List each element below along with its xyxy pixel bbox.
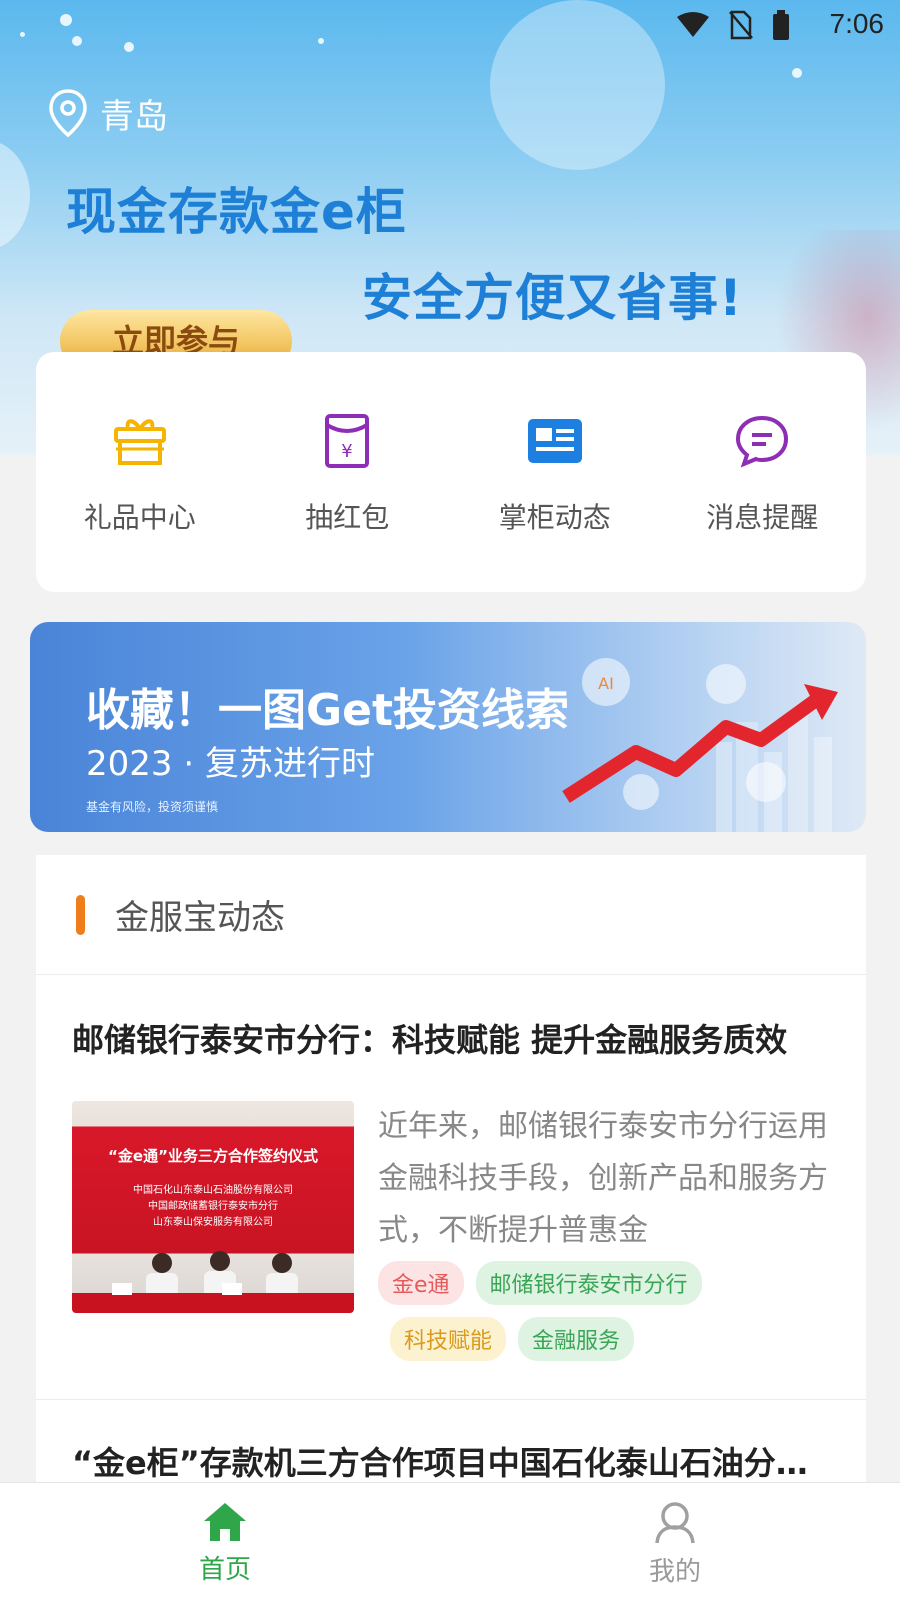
article-tag[interactable]: 金e通 [378, 1261, 464, 1305]
growth-chart-illustration: AI [562, 658, 838, 832]
article-tag[interactable]: 金融服务 [518, 1317, 635, 1361]
no-sim-icon [729, 10, 753, 40]
home-icon [204, 1503, 246, 1541]
nav-home-label: 首页 [198, 1555, 251, 1585]
user-icon [655, 1502, 695, 1544]
svg-text:AI: AI [598, 674, 614, 693]
battery-icon [773, 10, 789, 40]
quick-item-red-envelope[interactable]: ¥ 抽红包 [257, 410, 437, 536]
article-tag[interactable]: 科技赋能 [390, 1317, 507, 1361]
signing-ceremony-photo [72, 1251, 354, 1313]
article-tags: 金e通 邮储银行泰安市分行 科技赋能 金融服务 [378, 1261, 830, 1361]
location-selector[interactable]: 青岛 [48, 88, 168, 138]
banner-disclaimer: 基金有风险，投资须谨慎 [86, 800, 219, 814]
nav-mine-label: 我的 [648, 1557, 701, 1587]
news-article[interactable]: 邮储银行泰安市分行：科技赋能 提升金融服务质效 “金e通”业务三方合作签约仪式 … [36, 975, 866, 1400]
nav-home[interactable]: 首页 [0, 1483, 450, 1600]
hero-title: 现金存款金e柜 [66, 183, 407, 241]
thumb-headline: “金e通”业务三方合作签约仪式 [108, 1147, 318, 1165]
svg-text:¥: ¥ [342, 441, 353, 462]
status-bar: 7:06 [0, 0, 900, 50]
quick-item-gift-center[interactable]: 礼品中心 [50, 410, 230, 536]
news-icon [527, 419, 582, 463]
gift-icon [113, 419, 166, 465]
section-accent-bar [76, 894, 85, 935]
article-thumbnail: “金e通”业务三方合作签约仪式 中国石化山东泰山石油股份有限公司 中国邮政储蓄银… [72, 1101, 354, 1313]
quick-menu: 礼品中心 ¥ 抽红包 掌柜动态 消息提醒 [36, 352, 866, 592]
article-summary: 近年来，邮储银行泰安市分行运用金融科技手段，创新产品和服务方式，不断提升普惠金 [378, 1109, 828, 1248]
news-section: 金服宝动态 邮储银行泰安市分行：科技赋能 提升金融服务质效 “金e通”业务三方合… [36, 855, 866, 1485]
news-section-title: 金服宝动态 [115, 898, 285, 938]
promo-banner[interactable]: AI 收藏！一图Get投资线索 2023 · 复苏进行时 基金有风险，投资须谨慎 [30, 622, 866, 832]
thumb-line: 山东泰山保安服务有限公司 [153, 1217, 273, 1228]
nav-mine[interactable]: 我的 [450, 1483, 900, 1600]
article-title: “金e柜”存款机三方合作项目中国石化泰山石油分公司 [72, 1444, 840, 1482]
message-icon [736, 415, 789, 468]
quick-item-shop-news[interactable]: 掌柜动态 [465, 410, 645, 536]
location-text: 青岛 [100, 96, 168, 137]
hero-subtitle: 安全方便又省事! [362, 269, 743, 327]
status-icons [676, 10, 790, 40]
article-tag[interactable]: 邮储银行泰安市分行 [475, 1261, 702, 1305]
quick-item-label: 掌柜动态 [498, 501, 611, 534]
thumb-line: 中国石化山东泰山石油股份有限公司 [133, 1185, 293, 1196]
red-envelope-icon: ¥ [325, 414, 370, 468]
location-pin-icon [49, 89, 87, 138]
quick-item-label: 抽红包 [305, 501, 390, 534]
thumb-line: 中国邮政储蓄银行泰安市分行 [148, 1201, 278, 1212]
status-time: 7:06 [829, 8, 885, 39]
quick-item-label: 消息提醒 [706, 501, 819, 534]
news-header: 金服宝动态 [36, 855, 866, 975]
news-article[interactable]: “金e柜”存款机三方合作项目中国石化泰山石油分公司 [36, 1400, 866, 1484]
article-title: 邮储银行泰安市分行：科技赋能 提升金融服务质效 [72, 1021, 788, 1059]
banner-title: 收藏！一图Get投资线索 [86, 685, 569, 736]
quick-item-label: 礼品中心 [83, 501, 196, 534]
quick-item-messages[interactable]: 消息提醒 [672, 410, 852, 536]
banner-subtitle: 2023 · 复苏进行时 [86, 744, 375, 784]
wifi-icon [677, 12, 709, 37]
bottom-nav: 首页 我的 [0, 1482, 900, 1600]
